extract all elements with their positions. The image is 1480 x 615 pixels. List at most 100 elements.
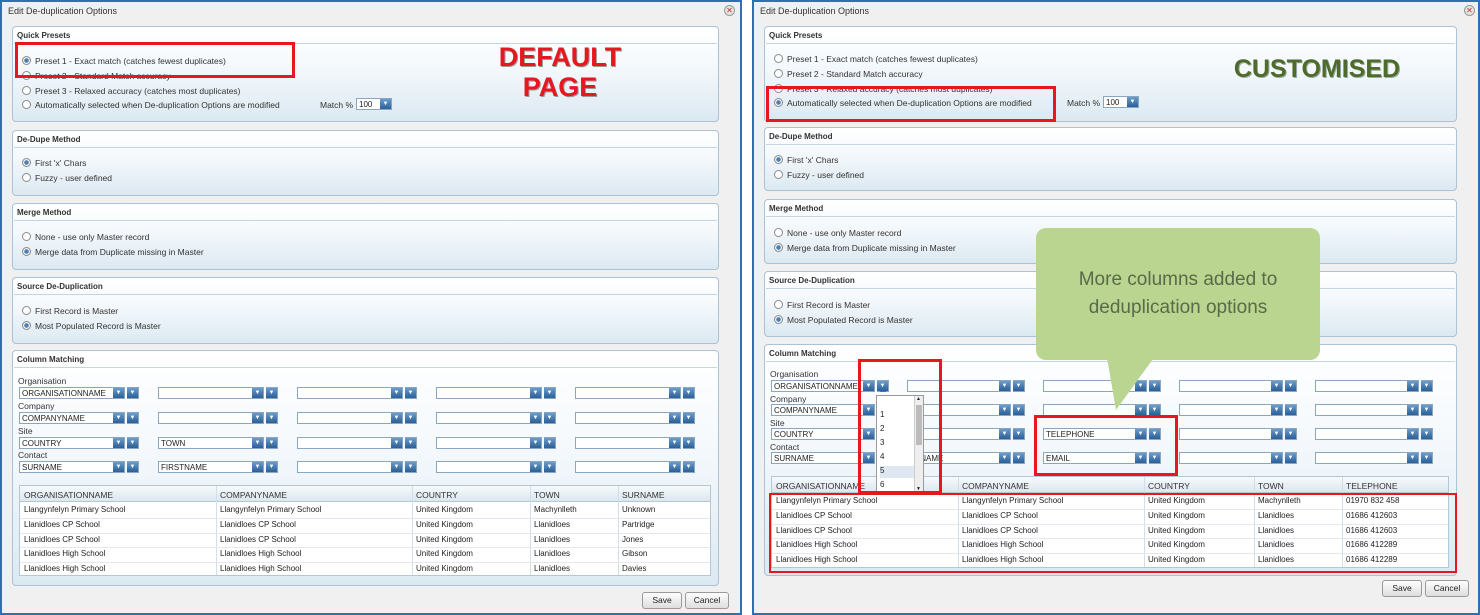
table-row[interactable] xyxy=(20,562,710,576)
char-count-select[interactable]: ▼ xyxy=(544,412,556,424)
char-count-select[interactable]: ▼ xyxy=(266,387,278,399)
column-select[interactable]: SURNAME ▼ xyxy=(19,461,125,473)
column-select[interactable]: COMPANYNAME ▼ xyxy=(19,412,125,424)
column-select[interactable]: ▼ xyxy=(1179,380,1283,392)
char-count-select[interactable]: ▼ xyxy=(127,412,139,424)
column-select[interactable]: ▼ xyxy=(1315,452,1419,464)
char-count-select[interactable]: ▼ xyxy=(544,437,556,449)
most-populated-master-radio[interactable]: Most Populated Record is Master xyxy=(22,321,161,331)
column-select[interactable]: ▼ xyxy=(1179,452,1283,464)
column-header[interactable]: ORGANISATIONNAME xyxy=(776,481,865,491)
char-count-select[interactable]: ▼ xyxy=(1013,404,1025,416)
char-count-select[interactable]: ▼ xyxy=(683,437,695,449)
char-count-select[interactable]: ▼ xyxy=(683,412,695,424)
column-select[interactable]: ▼ xyxy=(297,461,403,473)
char-count-select[interactable]: ▼ xyxy=(127,437,139,449)
merge-duplicate-radio[interactable]: Merge data from Duplicate missing in Mas… xyxy=(22,247,204,257)
group-label-site: Site xyxy=(18,426,33,436)
column-select[interactable]: ▼ xyxy=(297,412,403,424)
column-select[interactable]: ▼ xyxy=(436,461,542,473)
char-count-select[interactable]: ▼ xyxy=(266,412,278,424)
column-select[interactable]: ORGANISATIONNAME ▼ xyxy=(19,387,125,399)
column-select[interactable]: ▼ xyxy=(1179,404,1283,416)
column-select[interactable]: ▼ xyxy=(1315,428,1419,440)
char-count-select[interactable]: ▼ xyxy=(405,387,417,399)
char-count-select[interactable]: ▼ xyxy=(683,461,695,473)
char-count-select[interactable]: ▼ xyxy=(266,461,278,473)
column-header[interactable]: TOWN xyxy=(534,490,560,500)
char-count-select[interactable]: ▼ xyxy=(1285,428,1297,440)
fuzzy-radio[interactable]: Fuzzy - user defined xyxy=(774,170,864,180)
close-icon[interactable]: ✕ xyxy=(1464,5,1475,16)
table-row[interactable] xyxy=(20,533,710,547)
column-header[interactable]: COMPANYNAME xyxy=(220,490,287,500)
merge-duplicate-radio[interactable]: Merge data from Duplicate missing in Mas… xyxy=(774,243,956,253)
column-select[interactable]: ▼ xyxy=(158,387,264,399)
char-count-select[interactable]: ▼ xyxy=(1421,428,1433,440)
column-select[interactable]: ▼ xyxy=(575,387,681,399)
match-percent-select[interactable]: 100 ▼ xyxy=(356,98,392,110)
column-header[interactable]: COUNTRY xyxy=(1148,481,1190,491)
first-x-chars-radio[interactable]: First 'x' Chars xyxy=(774,155,838,165)
column-select[interactable]: FIRSTNAME ▼ xyxy=(158,461,264,473)
column-header[interactable]: COUNTRY xyxy=(416,490,458,500)
column-select[interactable]: ▼ xyxy=(436,437,542,449)
char-count-select[interactable]: ▼ xyxy=(1421,380,1433,392)
first-x-chars-radio[interactable]: First 'x' Chars xyxy=(22,158,86,168)
cancel-button[interactable]: Cancel xyxy=(1425,580,1469,597)
char-count-select[interactable]: ▼ xyxy=(1013,452,1025,464)
preset-3-radio[interactable]: Preset 3 - Relaxed accuracy (catches mos… xyxy=(22,86,241,96)
char-count-select[interactable]: ▼ xyxy=(266,437,278,449)
preset-1-radio[interactable]: Preset 1 - Exact match (catches fewest d… xyxy=(774,54,978,64)
column-select[interactable]: TOWN ▼ xyxy=(158,437,264,449)
char-count-select[interactable]: ▼ xyxy=(544,387,556,399)
table-row[interactable] xyxy=(20,547,710,561)
char-count-select[interactable]: ▼ xyxy=(683,387,695,399)
preset-2-radio[interactable]: Preset 2 - Standard Match accuracy xyxy=(774,69,923,79)
column-select[interactable]: ▼ xyxy=(436,387,542,399)
first-record-master-radio[interactable]: First Record is Master xyxy=(774,300,870,310)
table-row[interactable] xyxy=(20,518,710,532)
match-percent-select[interactable]: 100 ▼ xyxy=(1103,96,1139,108)
column-select[interactable]: ▼ xyxy=(575,412,681,424)
first-record-master-radio[interactable]: First Record is Master xyxy=(22,306,118,316)
column-select[interactable]: ▼ xyxy=(297,387,403,399)
cancel-button[interactable]: Cancel xyxy=(685,592,729,609)
merge-none-radio[interactable]: None - use only Master record xyxy=(774,228,901,238)
column-header[interactable]: TOWN xyxy=(1258,481,1284,491)
column-select[interactable]: ▼ xyxy=(1315,380,1419,392)
char-count-select[interactable]: ▼ xyxy=(127,461,139,473)
most-populated-master-radio[interactable]: Most Populated Record is Master xyxy=(774,315,913,325)
column-select[interactable]: ▼ xyxy=(1179,428,1283,440)
save-button[interactable]: Save xyxy=(642,592,682,609)
column-header[interactable]: TELEPHONE xyxy=(1346,481,1398,491)
char-count-select[interactable]: ▼ xyxy=(1285,452,1297,464)
char-count-select[interactable]: ▼ xyxy=(127,387,139,399)
char-count-select[interactable]: ▼ xyxy=(1013,428,1025,440)
column-header[interactable]: ORGANISATIONNAME xyxy=(24,490,113,500)
column-select[interactable]: ▼ xyxy=(158,412,264,424)
column-select[interactable]: ▼ xyxy=(297,437,403,449)
merge-none-radio[interactable]: None - use only Master record xyxy=(22,232,149,242)
column-select[interactable]: ▼ xyxy=(1315,404,1419,416)
preset-auto-radio[interactable]: Automatically selected when De-duplicati… xyxy=(22,100,280,110)
char-count-select[interactable]: ▼ xyxy=(1421,404,1433,416)
char-count-select[interactable]: ▼ xyxy=(544,461,556,473)
char-count-select[interactable]: ▼ xyxy=(405,461,417,473)
chevron-down-icon: ▼ xyxy=(999,381,1010,391)
column-select[interactable]: COUNTRY ▼ xyxy=(19,437,125,449)
column-select[interactable]: ▼ xyxy=(575,461,681,473)
char-count-select[interactable]: ▼ xyxy=(405,412,417,424)
column-select[interactable]: ▼ xyxy=(436,412,542,424)
save-button[interactable]: Save xyxy=(1382,580,1422,597)
char-count-select[interactable]: ▼ xyxy=(1285,380,1297,392)
fuzzy-radio[interactable]: Fuzzy - user defined xyxy=(22,173,112,183)
char-count-select[interactable]: ▼ xyxy=(1013,380,1025,392)
char-count-select[interactable]: ▼ xyxy=(1421,452,1433,464)
column-header[interactable]: SURNAME xyxy=(622,490,665,500)
column-header[interactable]: COMPANYNAME xyxy=(962,481,1029,491)
char-count-select[interactable]: ▼ xyxy=(1285,404,1297,416)
column-select[interactable]: ▼ xyxy=(575,437,681,449)
char-count-select[interactable]: ▼ xyxy=(405,437,417,449)
close-icon[interactable]: ✕ xyxy=(724,5,735,16)
